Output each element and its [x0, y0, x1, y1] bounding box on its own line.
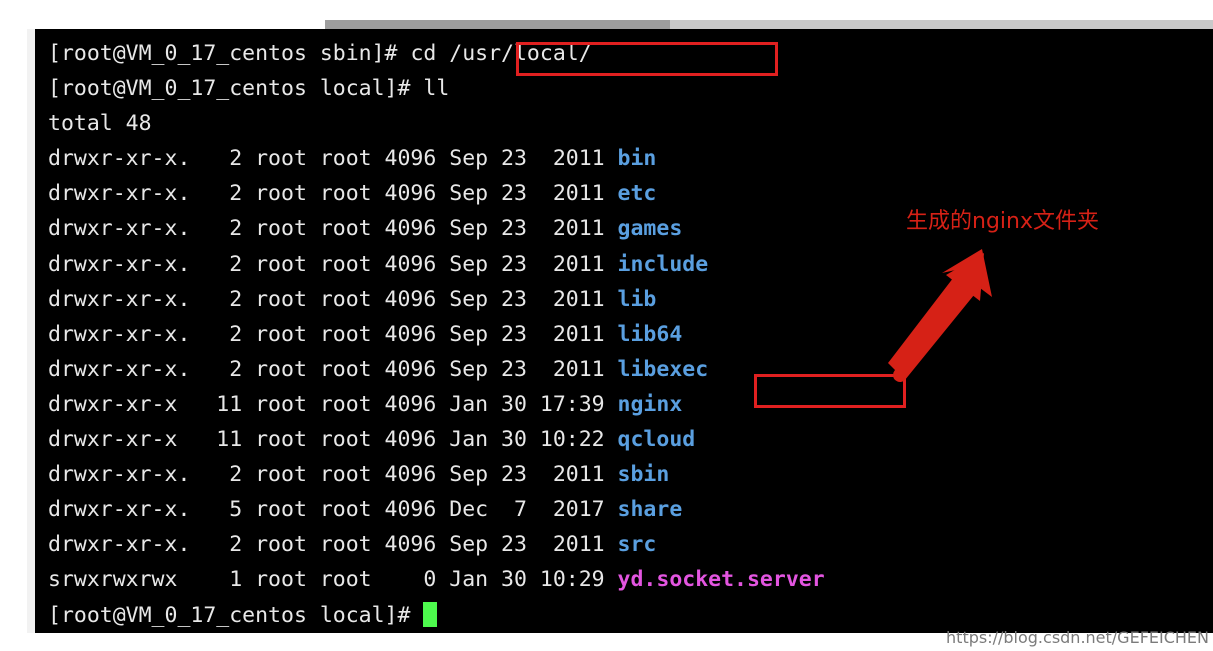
- prompt-line-local: [root@VM_0_17_centos local]# ll: [48, 71, 825, 106]
- listing-metadata: drwxr-xr-x. 2 root root 4096 Sep 23 2011: [48, 181, 618, 207]
- listing-metadata: drwxr-xr-x 11 root root 4096 Jan 30 10:2…: [48, 427, 618, 453]
- listing-metadata: drwxr-xr-x. 2 root root 4096 Sep 23 2011: [48, 356, 618, 382]
- scrollbar-thumb[interactable]: [325, 20, 670, 29]
- watermark-url: https://blog.csdn.net/GEFEICHEN: [946, 628, 1209, 647]
- listing-metadata: drwxr-xr-x. 2 root root 4096 Sep 23 2011: [48, 251, 618, 277]
- scrollbar-rail: [35, 20, 325, 29]
- command-cd: cd /usr/local/: [410, 41, 592, 66]
- listing-row: drwxr-xr-x. 2 root root 4096 Sep 23 2011…: [48, 211, 825, 246]
- listing-row: srwxrwxrwx 1 root root 0 Jan 30 10:29 yd…: [48, 562, 825, 597]
- shell-prompt: [root@VM_0_17_centos sbin]#: [48, 41, 411, 66]
- listing-row: drwxr-xr-x 11 root root 4096 Jan 30 10:2…: [48, 422, 825, 457]
- shell-prompt: [root@VM_0_17_centos local]#: [48, 76, 424, 102]
- listing-name: share: [617, 497, 683, 523]
- listing-name: etc: [617, 181, 657, 207]
- listing-metadata: srwxrwxrwx 1 root root 0 Jan 30 10:29: [48, 567, 618, 593]
- command-ll: ll: [423, 76, 450, 102]
- listing-metadata: drwxr-xr-x. 2 root root 4096 Sep 23 2011: [48, 216, 618, 242]
- listing-row: drwxr-xr-x. 2 root root 4096 Sep 23 2011…: [48, 457, 825, 492]
- listing-row: drwxr-xr-x. 2 root root 4096 Sep 23 2011…: [48, 527, 825, 562]
- shell-prompt: [root@VM_0_17_centos local]#: [48, 602, 424, 628]
- listing-row: drwxr-xr-x. 2 root root 4096 Sep 23 2011…: [48, 176, 825, 211]
- listing-metadata: drwxr-xr-x 11 root root 4096 Jan 30 17:3…: [48, 391, 618, 417]
- listing-name: qcloud: [617, 427, 696, 453]
- listing-metadata: drwxr-xr-x. 2 root root 4096 Sep 23 2011: [48, 462, 618, 488]
- listing-row: drwxr-xr-x. 2 root root 4096 Sep 23 2011…: [48, 282, 825, 317]
- horizontal-scrollbar[interactable]: [35, 20, 1213, 29]
- listing-name: libexec: [617, 356, 709, 382]
- final-prompt-line: [root@VM_0_17_centos local]#: [48, 598, 825, 633]
- listing-metadata: drwxr-xr-x. 2 root root 4096 Sep 23 2011: [48, 146, 618, 172]
- nginx-annotation-label: 生成的nginx文件夹: [906, 209, 1099, 234]
- listing-name: games: [617, 216, 683, 242]
- terminal-left-gutter: [27, 29, 35, 633]
- listing-name: sbin: [617, 462, 670, 488]
- listing-metadata: drwxr-xr-x. 2 root root 4096 Sep 23 2011: [48, 321, 618, 347]
- terminal-window[interactable]: [root@VM_0_17_centos sbin]# cd /usr/loca…: [27, 20, 1213, 633]
- listing-row: drwxr-xr-x. 5 root root 4096 Dec 7 2017 …: [48, 492, 825, 527]
- listing-metadata: drwxr-xr-x. 2 root root 4096 Sep 23 2011: [48, 532, 618, 558]
- listing-row: drwxr-xr-x. 2 root root 4096 Sep 23 2011…: [48, 352, 825, 387]
- listing-name: lib64: [617, 321, 683, 347]
- total-label: total 48: [48, 111, 152, 137]
- terminal-output: [root@VM_0_17_centos sbin]# cd /usr/loca…: [48, 36, 825, 633]
- screenshot-root: [root@VM_0_17_centos sbin]# cd /usr/loca…: [0, 0, 1213, 651]
- listing-name: bin: [617, 146, 657, 172]
- total-line: total 48: [48, 106, 825, 141]
- listing-name: lib: [617, 286, 657, 312]
- listing-row: drwxr-xr-x. 2 root root 4096 Sep 23 2011…: [48, 317, 825, 352]
- listing-row: drwxr-xr-x. 2 root root 4096 Sep 23 2011…: [48, 247, 825, 282]
- listing-name: include: [617, 251, 709, 277]
- listing-metadata: drwxr-xr-x. 2 root root 4096 Sep 23 2011: [48, 286, 618, 312]
- block-cursor: [423, 601, 438, 627]
- listing-metadata: drwxr-xr-x. 5 root root 4096 Dec 7 2017: [48, 497, 618, 523]
- prompt-line-sbin: [root@VM_0_17_centos sbin]# cd /usr/loca…: [48, 36, 825, 71]
- listing-row: drwxr-xr-x. 2 root root 4096 Sep 23 2011…: [48, 141, 825, 176]
- listing-row: drwxr-xr-x 11 root root 4096 Jan 30 17:3…: [48, 387, 825, 422]
- listing-name: src: [617, 532, 657, 558]
- listing-name: yd.socket.server: [617, 567, 825, 593]
- listing-name: nginx: [617, 391, 683, 417]
